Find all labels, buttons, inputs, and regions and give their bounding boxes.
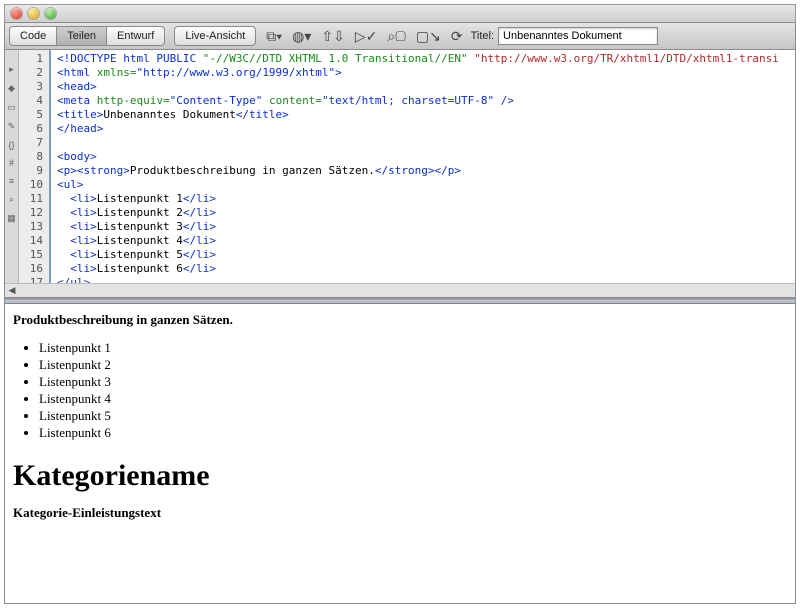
tool-icon[interactable]: ≡ xyxy=(9,176,14,186)
toolbar-icons: ⧉▾ ◍▾ ⇧⇩ ▷✓ ⌕▢ ▢↘ ⟳ xyxy=(266,28,462,45)
code-pane: ▸ ◆ ▭ ✎ {} # ≡ ⌕ ▦ 1 2 3 4 5 6 7 8 9 10 … xyxy=(5,50,795,298)
upload-icon[interactable]: ⇧⇩ xyxy=(321,28,344,45)
view-mode-tabs: Code Teilen Entwurf xyxy=(9,26,165,46)
scroll-left-icon[interactable]: ◀ xyxy=(5,284,19,298)
window-titlebar xyxy=(4,4,796,22)
tool-icon[interactable]: ▭ xyxy=(7,102,16,113)
design-preview: Produktbeschreibung in ganzen Sätzen. Li… xyxy=(5,304,795,603)
close-icon[interactable] xyxy=(11,8,22,19)
tab-split[interactable]: Teilen xyxy=(56,26,107,46)
list-item: Listenpunkt 3 xyxy=(39,374,785,390)
preview-list: Listenpunkt 1 Listenpunkt 2 Listenpunkt … xyxy=(13,340,785,441)
tool-icon[interactable]: ⌕ xyxy=(9,194,14,205)
list-item: Listenpunkt 4 xyxy=(39,391,785,407)
title-label: Titel: xyxy=(471,30,494,42)
preview-subheading: Kategorie-Einleistungstext xyxy=(13,505,785,521)
split-container: ▸ ◆ ▭ ✎ {} # ≡ ⌕ ▦ 1 2 3 4 5 6 7 8 9 10 … xyxy=(4,50,796,604)
line-number-gutter: 1 2 3 4 5 6 7 8 9 10 11 12 13 14 15 16 1… xyxy=(19,50,51,297)
code-tools-strip: ▸ ◆ ▭ ✎ {} # ≡ ⌕ ▦ xyxy=(5,50,19,297)
tool-icon[interactable]: ✎ xyxy=(8,121,16,132)
tool-icon[interactable]: ▦ xyxy=(7,213,16,224)
list-item: Listenpunkt 5 xyxy=(39,408,785,424)
globe-icon[interactable]: ◍▾ xyxy=(292,28,311,45)
tab-design[interactable]: Entwurf xyxy=(106,26,165,46)
browse-icon[interactable]: ▢↘ xyxy=(416,28,441,45)
list-item: Listenpunkt 2 xyxy=(39,357,785,373)
horizontal-scrollbar[interactable]: ◀ xyxy=(5,283,795,297)
tool-icon[interactable]: {} xyxy=(8,140,14,150)
inspect-icon[interactable]: ⌕▢ xyxy=(387,28,406,45)
minimize-icon[interactable] xyxy=(28,8,39,19)
list-item: Listenpunkt 1 xyxy=(39,340,785,356)
code-editor[interactable]: <!DOCTYPE html PUBLIC "-//W3C//DTD XHTML… xyxy=(51,50,795,297)
refresh-icon[interactable]: ⟳ xyxy=(451,28,463,45)
main-toolbar: Code Teilen Entwurf Live-Ansicht ⧉▾ ◍▾ ⇧… xyxy=(4,22,796,50)
list-item: Listenpunkt 6 xyxy=(39,425,785,441)
tool-icon[interactable]: ◆ xyxy=(8,83,15,94)
preview-heading: Kategoriename xyxy=(13,459,785,493)
document-title-input[interactable] xyxy=(498,27,658,45)
tab-live-view[interactable]: Live-Ansicht xyxy=(174,26,256,46)
zoom-icon[interactable] xyxy=(45,8,56,19)
check-icon[interactable]: ▷✓ xyxy=(355,28,378,45)
tool-icon[interactable]: ▸ xyxy=(9,64,14,75)
tool-icon[interactable]: # xyxy=(9,158,14,168)
tab-code[interactable]: Code xyxy=(9,26,57,46)
preview-strong-text: Produktbeschreibung in ganzen Sätzen. xyxy=(13,312,785,328)
app-window: Code Teilen Entwurf Live-Ansicht ⧉▾ ◍▾ ⇧… xyxy=(4,4,796,604)
code-navigator-icon[interactable]: ⧉▾ xyxy=(266,28,282,45)
